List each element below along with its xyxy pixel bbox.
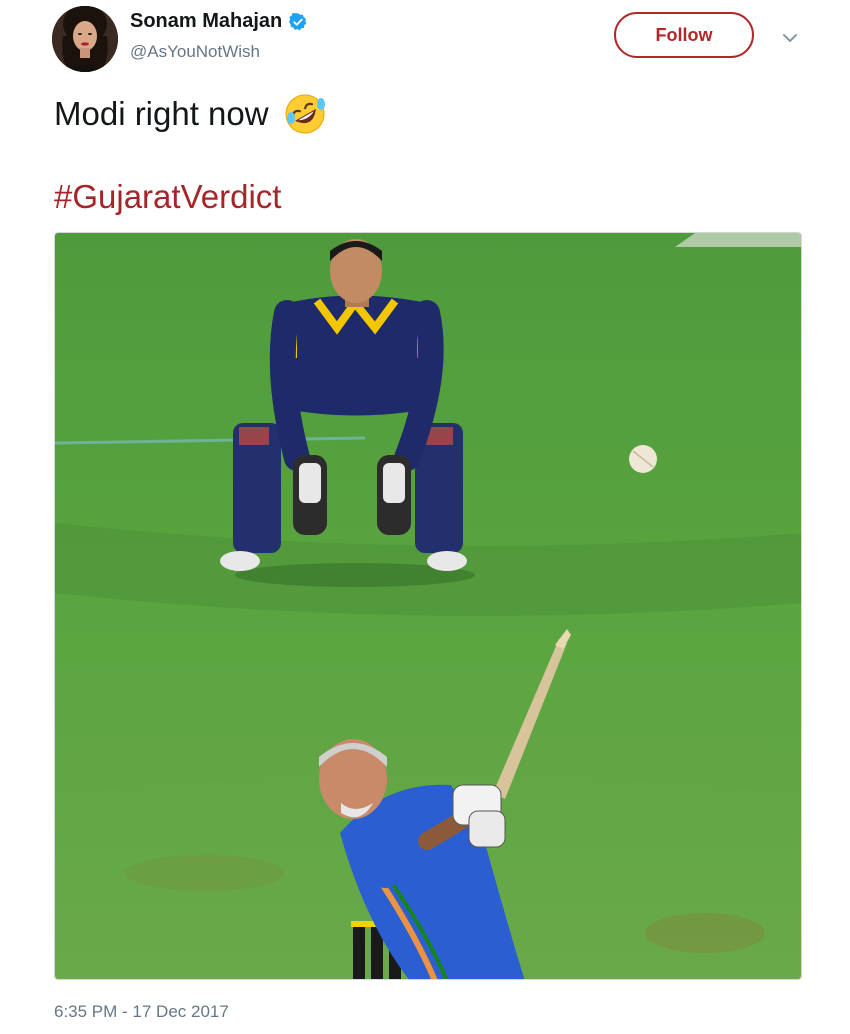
verified-badge-icon — [289, 12, 307, 30]
tweet-media-image[interactable] — [54, 232, 802, 980]
tweet-timestamp[interactable]: 6:35 PM - 17 Dec 2017 — [54, 1002, 229, 1022]
follow-button[interactable]: Follow — [614, 12, 754, 58]
tweet-text-content: Modi right now — [54, 95, 269, 132]
author-display-name[interactable]: Sonam Mahajan — [130, 10, 282, 33]
avatar[interactable] — [52, 6, 118, 72]
rolling-on-the-floor-laughing-icon — [285, 94, 325, 134]
cricket-photo — [55, 233, 801, 979]
chevron-down-icon[interactable] — [778, 26, 802, 50]
hashtag-link[interactable]: #GujaratVerdict — [54, 178, 281, 216]
author-name-row[interactable]: Sonam Mahajan — [130, 10, 308, 33]
avatar-image — [52, 6, 118, 72]
tweet-text: Modi right now — [54, 92, 327, 136]
author-handle[interactable]: @AsYouNotWish — [130, 42, 260, 62]
